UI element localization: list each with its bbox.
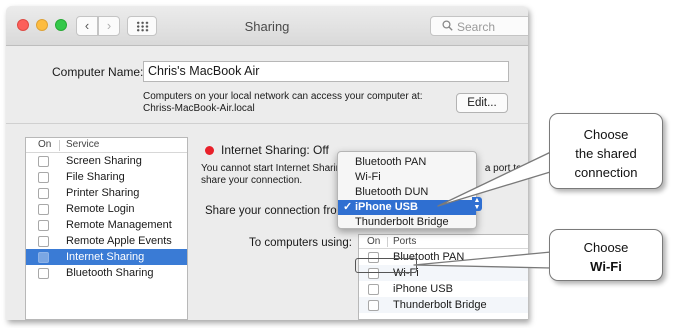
callout-choose-wifi: Choose Wi-Fi — [549, 229, 663, 281]
callout-2-pointer — [413, 251, 552, 269]
callout-line: Choose — [583, 240, 629, 255]
callout-choose-shared-connection: Choose the shared connection — [549, 113, 663, 189]
callout-line: the shared — [575, 146, 637, 161]
callout-line-bold: Wi-Fi — [590, 259, 622, 274]
callout-line: connection — [574, 165, 638, 180]
callout-line: Choose — [583, 127, 629, 142]
